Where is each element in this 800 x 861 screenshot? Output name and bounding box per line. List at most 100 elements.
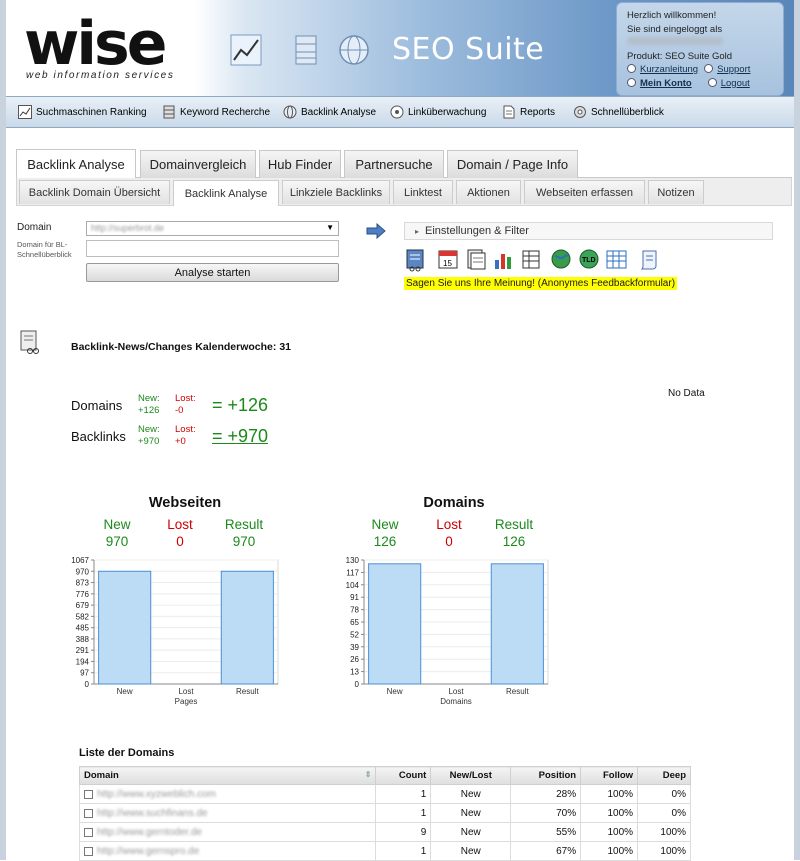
domains-summary-label: Domains xyxy=(71,398,123,413)
domains-bar-chart: 0 13 26 39 52 65 78 91 104 117 130 New Lost Result Dom… xyxy=(346,556,549,706)
stat-label: Result xyxy=(494,517,534,532)
nav-label: Suchmaschinen Ranking xyxy=(36,106,147,118)
header-label: Domain xyxy=(84,770,119,781)
logout-link[interactable]: Logout xyxy=(721,78,750,89)
domain-url: http://www.gerntoder.de xyxy=(97,826,203,838)
wise-logo[interactable]: wise web information services xyxy=(24,14,204,84)
logout-icon xyxy=(707,77,717,87)
count-link[interactable]: 9 xyxy=(375,822,432,842)
deep-cell: 0% xyxy=(637,803,691,823)
col-domain-header[interactable]: Domain ⇕ xyxy=(78,766,377,785)
subtab-aktionen[interactable]: Aktionen xyxy=(456,180,521,204)
backlinks-lost: Lost: +0 xyxy=(175,424,196,448)
bar-result xyxy=(490,563,544,685)
welcome-box: Herzlich willkommen! Sie sind eingeloggt… xyxy=(616,2,784,96)
nav-label: Schnellüberblick xyxy=(591,106,664,118)
nav-schnellueberblick[interactable]: Schnellüberblick xyxy=(573,105,664,119)
tab-domain-page-info[interactable]: Domain / Page Info xyxy=(447,150,578,178)
feedback-link[interactable]: Sagen Sie uns Ihre Meinung! (Anonymes Fe… xyxy=(404,277,678,290)
domain-url: http://www.xyzweblich.com xyxy=(97,788,216,800)
tab-domainvergleich[interactable]: Domainvergleich xyxy=(140,150,256,178)
y-tick-label: 194 xyxy=(76,657,90,666)
bar-new xyxy=(98,570,152,685)
y-tick-label: 91 xyxy=(350,593,359,602)
domains-lost: Lost: -0 xyxy=(175,393,196,417)
database-icon xyxy=(295,35,317,65)
mein-konto-link[interactable]: Mein Konto xyxy=(640,78,692,89)
tab-backlink-analyse[interactable]: Backlink Analyse xyxy=(16,149,136,178)
subtab-linkziele-backlinks[interactable]: Linkziele Backlinks xyxy=(282,180,390,204)
kurzanleitung-link[interactable]: Kurzanleitung xyxy=(640,64,698,75)
support-link[interactable]: Support xyxy=(717,64,750,75)
calendar-icon[interactable]: 15 xyxy=(437,248,461,272)
nav-label: Backlink Analyse xyxy=(301,106,377,118)
tab-hub-finder[interactable]: Hub Finder xyxy=(259,150,341,178)
webseiten-result: Result 970 xyxy=(218,516,270,550)
col-position-header[interactable]: Position xyxy=(510,766,582,785)
x-tick-label: Result xyxy=(506,687,529,696)
follow-cell: 100% xyxy=(580,841,639,861)
domain-cell[interactable]: http://www.suchfinans.de xyxy=(78,803,377,823)
chart-icon xyxy=(230,34,262,66)
link-list-icon[interactable] xyxy=(404,248,428,272)
tld-globe-icon[interactable]: TLD xyxy=(577,248,601,272)
count-link[interactable]: 1 xyxy=(375,803,432,823)
globe-icon xyxy=(339,35,369,65)
y-tick-label: 65 xyxy=(350,618,359,627)
table-grid-icon[interactable] xyxy=(520,248,544,272)
count-link[interactable]: 1 xyxy=(375,841,432,861)
link-monitor-icon xyxy=(390,105,404,119)
col-newlost-header[interactable]: New/Lost xyxy=(430,766,512,785)
logo-word: wise xyxy=(24,9,167,79)
newlost-cell: New xyxy=(430,784,512,804)
y-tick-label: 388 xyxy=(76,635,90,644)
domain-cell[interactable]: http://www.xyzweblich.com xyxy=(78,784,377,804)
support-icon xyxy=(704,64,714,73)
follow-cell: 100% xyxy=(580,803,639,823)
nav-keyword-recherche[interactable]: Keyword Recherche xyxy=(162,105,270,119)
scroll-export-icon[interactable] xyxy=(638,248,662,272)
suite-title: SEO Suite xyxy=(392,32,545,67)
spreadsheet-icon[interactable] xyxy=(605,248,629,272)
y-tick-label: 1067 xyxy=(71,556,89,565)
nav-reports[interactable]: Reports xyxy=(502,105,555,119)
svg-text:TLD: TLD xyxy=(582,257,596,264)
bl-domain-input[interactable] xyxy=(86,240,339,257)
external-link-icon xyxy=(84,789,93,799)
domain-cell[interactable]: http://www.gerntoder.de xyxy=(78,822,377,842)
subtab-linktest[interactable]: Linktest xyxy=(393,180,453,204)
nav-suchmaschinen-ranking[interactable]: Suchmaschinen Ranking xyxy=(18,105,147,119)
einstellungen-filter-toggle[interactable]: ▸ Einstellungen & Filter xyxy=(404,222,773,240)
globe-icon[interactable] xyxy=(549,248,573,272)
domains-result-stat: Result 126 xyxy=(488,516,540,550)
subtab-notizen[interactable]: Notizen xyxy=(648,180,704,204)
nav-backlink-analyse[interactable]: Backlink Analyse xyxy=(283,105,376,119)
pages-icon[interactable] xyxy=(465,248,489,272)
expand-icon: ▸ xyxy=(415,227,420,236)
subtab-webseiten-erfassen[interactable]: Webseiten erfassen xyxy=(524,180,645,204)
tab-partnersuche[interactable]: Partnersuche xyxy=(344,150,444,178)
position-cell: 55% xyxy=(510,822,582,842)
col-deep-header[interactable]: Deep xyxy=(637,766,691,785)
nav-label: Keyword Recherche xyxy=(180,106,271,118)
subtab-backlink-domain-uebersicht[interactable]: Backlink Domain Übersicht xyxy=(19,180,170,204)
news-document-icon xyxy=(20,330,39,354)
count-link[interactable]: 1 xyxy=(375,784,432,804)
arrow-right-icon[interactable] xyxy=(366,223,386,239)
domains-new-stat: New 126 xyxy=(365,516,405,550)
subtab-backlink-analyse[interactable]: Backlink Analyse xyxy=(173,180,279,206)
x-tick-label: Lost xyxy=(448,687,464,696)
domain-cell[interactable]: http://www.gernspro.de xyxy=(78,841,377,861)
domains-lost-value: -0 xyxy=(175,405,184,416)
nav-linkueberwachung[interactable]: Linküberwachung xyxy=(390,105,486,119)
x-tick-label: New xyxy=(117,687,133,696)
position-cell: 28% xyxy=(510,784,582,804)
logged-in-label: Sie sind eingeloggt als xyxy=(627,23,723,35)
bar-chart-icon[interactable] xyxy=(492,248,516,272)
overview-gear-icon xyxy=(574,106,586,118)
analyse-starten-button[interactable]: Analyse starten xyxy=(86,263,339,282)
col-count-header[interactable]: Count xyxy=(375,766,432,785)
backlinks-total-link[interactable]: = +970 xyxy=(212,426,268,447)
col-follow-header[interactable]: Follow xyxy=(580,766,639,785)
domain-select[interactable]: http://superbrot.de ▼ xyxy=(86,221,339,236)
